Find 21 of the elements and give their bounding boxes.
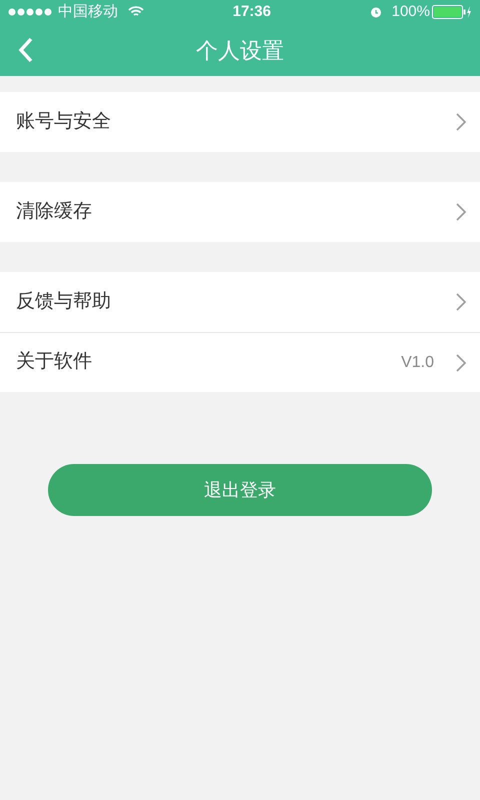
page-title: 个人设置 [196, 36, 284, 64]
row-label: 反馈与帮助 [16, 290, 112, 314]
battery-percent: 100% [392, 2, 430, 22]
chevron-icon [456, 113, 466, 131]
row-label: 清除缓存 [16, 200, 93, 224]
settings-row[interactable]: 反馈与帮助 [0, 272, 480, 332]
wifi-icon [128, 6, 144, 18]
battery-icon [432, 5, 472, 19]
chevron-icon [456, 203, 466, 221]
settings-row[interactable]: 账号与安全 [0, 92, 480, 152]
back-icon [18, 37, 34, 63]
row-label: 账号与安全 [16, 110, 112, 134]
chevron-icon [456, 293, 466, 311]
version-text: V1.0 [401, 352, 434, 372]
chevron-icon [456, 354, 466, 372]
alarm-clock-icon [370, 6, 382, 18]
settings-row[interactable]: 清除缓存 [0, 182, 480, 242]
signal-icon [8, 8, 52, 16]
row-label: 关于软件 [16, 350, 93, 374]
carrier-name: 中国移动 [58, 2, 118, 22]
status-time: 17:36 [232, 2, 272, 22]
